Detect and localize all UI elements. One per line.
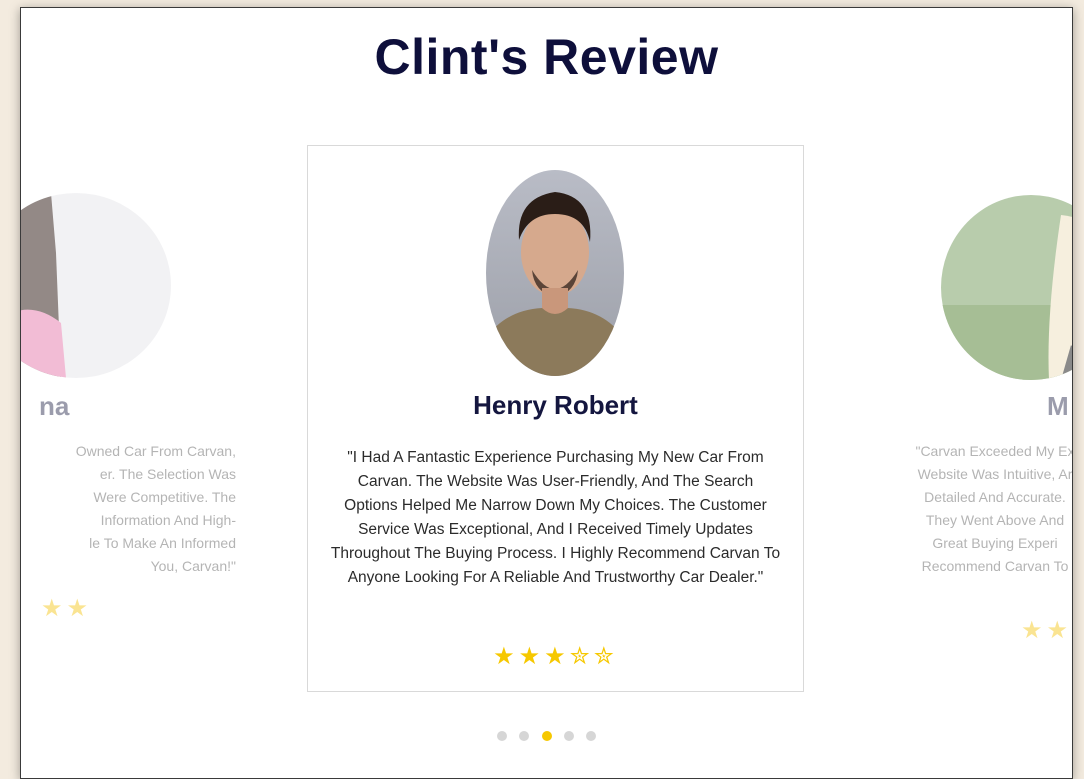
reviewer-avatar — [486, 170, 624, 376]
reviewer-name: na — [39, 391, 70, 421]
rating-stars: ★★★✮✮ — [493, 643, 618, 670]
carousel-dot-2[interactable] — [519, 731, 530, 741]
reviewer-avatar — [941, 195, 1072, 380]
review-card-left[interactable]: na Owned Car From Carvan, er. The Select… — [21, 8, 261, 648]
review-card-center[interactable]: Henry Robert "I Had A Fantastic Experien… — [307, 145, 804, 692]
carousel-dot-4[interactable] — [563, 731, 574, 741]
review-quote: "I Had A Fantastic Experience Purchasing… — [330, 449, 781, 586]
rating-stars: ★★ — [1021, 617, 1073, 644]
reviewer-name: M — [1047, 391, 1069, 421]
reviewer-avatar — [21, 193, 171, 378]
carousel-dot-5[interactable] — [586, 731, 597, 741]
title-highlight: Review — [543, 29, 719, 85]
carousel-dot-3[interactable] — [541, 731, 552, 741]
review-quote: "Carvan Exceeded My Ex Website Was Intui… — [915, 443, 1073, 574]
reviewer-name: Henry Robert — [473, 390, 638, 420]
review-quote: Owned Car From Carvan, er. The Selection… — [75, 443, 236, 574]
carousel-pagination — [21, 728, 1072, 746]
title-main: Clint's — [374, 29, 529, 85]
rating-stars: ★★ — [41, 595, 93, 622]
review-section: Clint's Review na Owned Car From Carvan,… — [20, 7, 1073, 779]
review-card-right[interactable]: M "Carvan Exceeded My Ex Website Was Int… — [851, 8, 1072, 648]
carousel-dot-1[interactable] — [496, 731, 507, 741]
